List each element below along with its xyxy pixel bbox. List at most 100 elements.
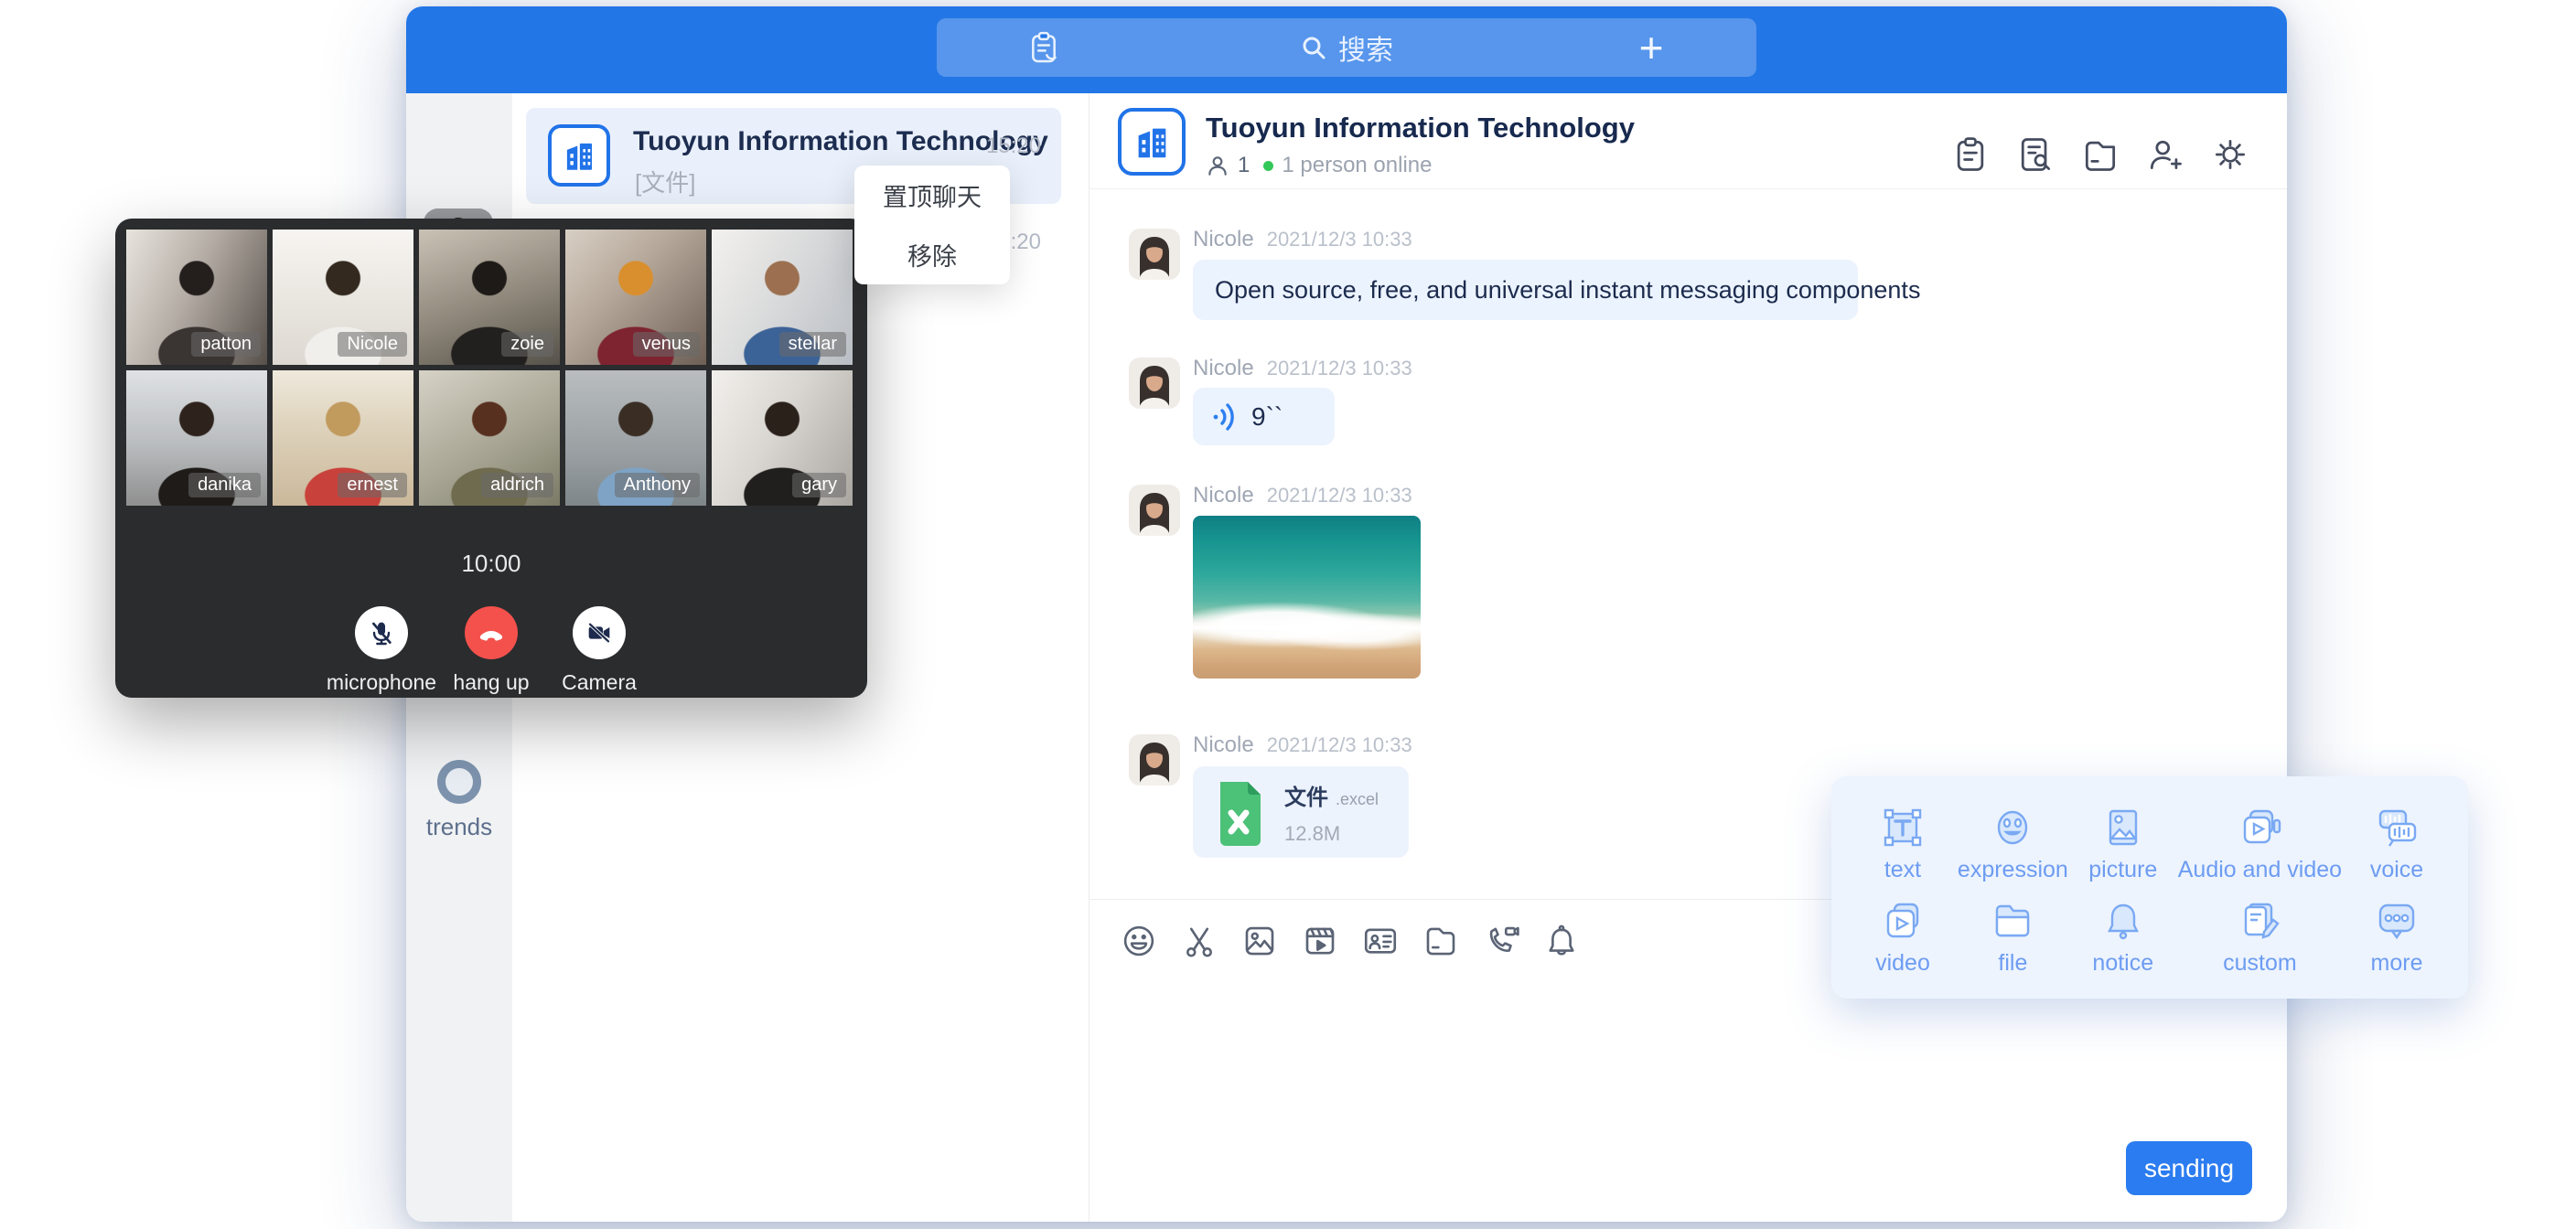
add-button[interactable]: + bbox=[1629, 26, 1673, 69]
conversation-time: 15:20 bbox=[986, 134, 1041, 159]
send-button[interactable]: sending bbox=[2126, 1141, 2252, 1195]
voice-message-bubble[interactable]: 9`` bbox=[1193, 388, 1335, 445]
message-time: 2021/12/3 10:33 bbox=[1267, 733, 1412, 757]
call-record-icon[interactable] bbox=[1950, 134, 1991, 175]
search-history-icon[interactable] bbox=[2015, 134, 2055, 175]
participant-name: Anthony bbox=[615, 473, 700, 497]
participant-name: gary bbox=[792, 473, 846, 497]
text-message-bubble[interactable]: Open source, free, and universal instant… bbox=[1193, 260, 1858, 320]
sender-avatar[interactable] bbox=[1129, 358, 1180, 409]
panel-item-label: custom bbox=[2223, 950, 2297, 977]
online-dot bbox=[1263, 161, 1273, 171]
message-meta: Nicole 2021/12/3 10:33 bbox=[1193, 483, 1412, 508]
sender-name: Nicole bbox=[1193, 732, 1254, 758]
picture-icon[interactable] bbox=[1240, 922, 1279, 960]
hang-up-button[interactable] bbox=[465, 606, 518, 659]
participant-tile: danika bbox=[126, 370, 267, 506]
camera-toggle-button[interactable] bbox=[573, 606, 626, 659]
participant-tile: stellar bbox=[712, 230, 853, 365]
contact-card-icon[interactable] bbox=[1361, 922, 1400, 960]
message-type-panel: text expression picture Audio bbox=[1831, 776, 2468, 999]
excel-file-icon bbox=[1215, 778, 1266, 846]
sender-avatar[interactable] bbox=[1129, 485, 1180, 536]
file-name: 文件 bbox=[1284, 779, 1328, 811]
message-time: 2021/12/3 10:33 bbox=[1267, 484, 1412, 508]
sender-avatar[interactable] bbox=[1129, 229, 1180, 280]
panel-item-voice[interactable]: voice bbox=[2342, 796, 2452, 891]
search-icon bbox=[1300, 34, 1327, 61]
files-icon[interactable] bbox=[2080, 134, 2120, 175]
message-meta: Nicole 2021/12/3 10:33 bbox=[1193, 227, 1412, 252]
panel-item-notice[interactable]: notice bbox=[2068, 891, 2178, 985]
notice-bell-icon[interactable] bbox=[1542, 922, 1581, 960]
panel-item-label: voice bbox=[2370, 857, 2423, 883]
search-bar[interactable]: 搜索 + bbox=[937, 18, 1756, 77]
participant-name: patton bbox=[191, 332, 261, 357]
file-message-bubble[interactable]: 文件 .excel 12.8M bbox=[1193, 766, 1409, 858]
panel-item-picture[interactable]: picture bbox=[2068, 796, 2178, 891]
expression-icon bbox=[1989, 804, 2036, 851]
page: 搜索 + trends bbox=[0, 0, 2576, 1229]
voice-wave-icon bbox=[1211, 401, 1239, 433]
conversation-preview: [文件] bbox=[635, 165, 695, 198]
search-placeholder: 搜索 bbox=[1338, 27, 1393, 68]
file-extension: .excel bbox=[1336, 790, 1379, 809]
camera-label: Camera bbox=[508, 670, 691, 695]
panel-item-video[interactable]: video bbox=[1848, 891, 1958, 985]
file-meta: 文件 .excel 12.8M bbox=[1284, 779, 1379, 846]
group-call-window: patton Nicole zoie venus stellar danika … bbox=[115, 219, 867, 698]
panel-item-custom[interactable]: custom bbox=[2178, 891, 2342, 985]
call-timer: 10:00 bbox=[115, 550, 867, 578]
participant-name: danika bbox=[188, 473, 261, 497]
microphone-mute-button[interactable] bbox=[355, 606, 408, 659]
panel-item-label: Audio and video bbox=[2178, 857, 2342, 883]
image-message-beach[interactable] bbox=[1193, 516, 1421, 679]
call-phone-camera-icon[interactable] bbox=[1482, 922, 1520, 960]
panel-item-text[interactable]: text bbox=[1848, 796, 1958, 891]
participant-grid: patton Nicole zoie venus stellar danika … bbox=[126, 230, 856, 506]
group-building-icon bbox=[548, 124, 610, 187]
text-icon bbox=[1879, 804, 1927, 851]
participant-tile: aldrich bbox=[419, 370, 560, 506]
panel-item-label: more bbox=[2371, 950, 2423, 977]
panel-item-file[interactable]: file bbox=[1958, 891, 2068, 985]
panel-item-label: video bbox=[1875, 950, 1930, 977]
participant-name: ernest bbox=[338, 473, 407, 497]
message-time: 2021/12/3 10:33 bbox=[1267, 228, 1412, 251]
notice-bell-icon bbox=[2099, 897, 2147, 945]
add-member-icon[interactable] bbox=[2145, 134, 2185, 175]
message-time: 2021/12/3 10:33 bbox=[1267, 357, 1412, 380]
menu-item-pin-chat[interactable]: 置顶聊天 bbox=[854, 166, 1010, 225]
panel-item-expression[interactable]: expression bbox=[1958, 796, 2068, 891]
chat-group-icon bbox=[1118, 108, 1186, 176]
screenshot-scissors-icon[interactable] bbox=[1180, 922, 1218, 960]
top-bar: 搜索 + bbox=[406, 6, 2287, 93]
hang-up-icon bbox=[476, 617, 507, 648]
video-icon bbox=[1879, 897, 1927, 945]
emoji-icon[interactable] bbox=[1120, 922, 1158, 960]
panel-item-label: text bbox=[1884, 857, 1921, 883]
member-count: 1 bbox=[1238, 153, 1250, 178]
file-folder-icon bbox=[1989, 897, 2036, 945]
message-text: Open source, free, and universal instant… bbox=[1215, 276, 1920, 305]
participant-name: venus bbox=[633, 332, 700, 357]
audio-video-icon bbox=[2236, 804, 2283, 851]
sender-avatar[interactable] bbox=[1129, 734, 1180, 785]
more-icon bbox=[2373, 897, 2420, 945]
panel-item-label: expression bbox=[1958, 857, 2068, 883]
participant-tile: venus bbox=[565, 230, 706, 365]
custom-icon bbox=[2236, 897, 2283, 945]
chat-header-actions bbox=[1950, 134, 2250, 175]
camera-off-icon bbox=[585, 618, 614, 647]
video-clapper-icon[interactable] bbox=[1301, 922, 1339, 960]
participant-tile: ernest bbox=[273, 370, 413, 506]
panel-item-label: file bbox=[1998, 950, 2027, 977]
members-icon bbox=[1206, 154, 1229, 177]
panel-item-audio-video[interactable]: Audio and video bbox=[2178, 796, 2342, 891]
message-meta: Nicole 2021/12/3 10:33 bbox=[1193, 356, 1412, 381]
settings-gear-icon[interactable] bbox=[2210, 134, 2250, 175]
menu-item-remove[interactable]: 移除 bbox=[854, 225, 1010, 284]
panel-item-more[interactable]: more bbox=[2342, 891, 2452, 985]
file-folder-icon[interactable] bbox=[1422, 922, 1460, 960]
voice-icon bbox=[2373, 804, 2420, 851]
